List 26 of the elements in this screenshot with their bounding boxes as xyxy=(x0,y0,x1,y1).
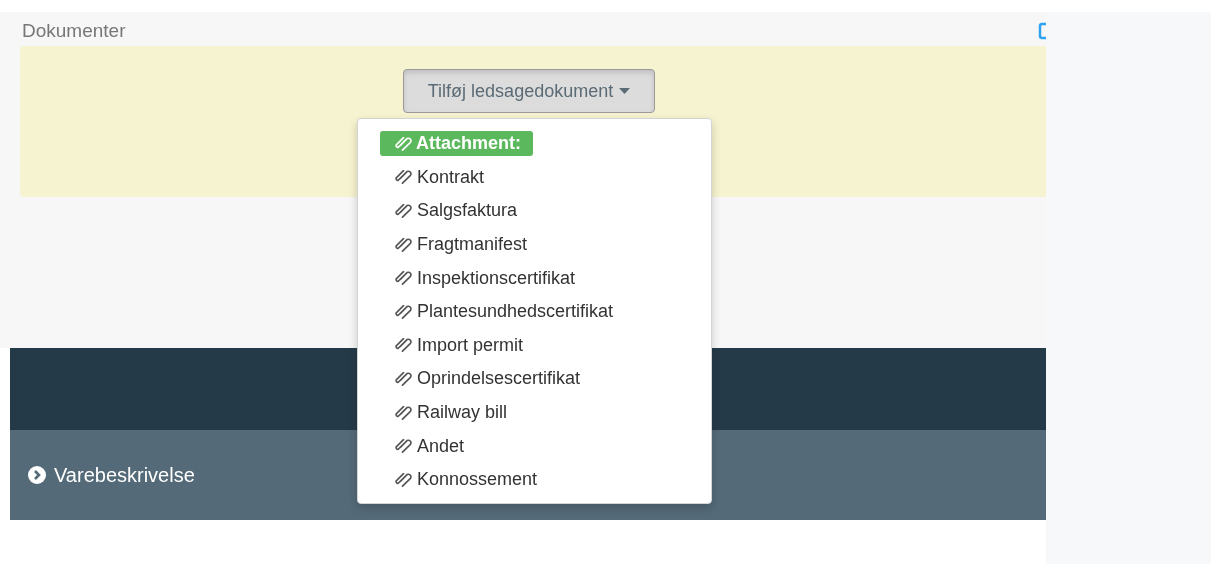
menu-item[interactable]: Railway bill xyxy=(358,395,711,430)
menu-item[interactable]: Import permit xyxy=(358,328,711,363)
paperclip-icon xyxy=(394,338,413,353)
paperclip-icon xyxy=(394,472,413,487)
menu-item[interactable]: Kontrakt xyxy=(358,160,711,195)
attachment-badge: Attachment: xyxy=(380,131,533,157)
paperclip-icon xyxy=(394,170,413,185)
paperclip-icon xyxy=(394,439,413,454)
menu-item[interactable]: Konnossement xyxy=(358,462,711,497)
paperclip-icon xyxy=(394,405,413,420)
paperclip-icon xyxy=(394,271,413,286)
add-document-dropdown[interactable]: Tilføj ledsagedokument xyxy=(402,69,656,113)
paperclip-icon xyxy=(394,136,413,151)
section-title: Dokumenter xyxy=(22,20,126,42)
caret-icon xyxy=(619,88,631,94)
menu-item[interactable]: Fragtmanifest xyxy=(358,227,711,262)
menu-item[interactable]: Andet xyxy=(358,429,711,463)
menu-item[interactable]: Oprindelsescertifikat xyxy=(358,362,711,396)
paperclip-icon xyxy=(394,371,413,386)
paperclip-icon xyxy=(394,204,413,218)
menu-item[interactable]: Plantesundhedscertifikat xyxy=(358,294,711,329)
menu-item[interactable]: Salgsfaktura xyxy=(358,194,711,228)
menu-item[interactable]: Inspektionscertifikat xyxy=(358,261,711,295)
paperclip-icon xyxy=(394,237,413,252)
partial-icon xyxy=(1038,22,1046,40)
paperclip-icon xyxy=(394,304,413,319)
